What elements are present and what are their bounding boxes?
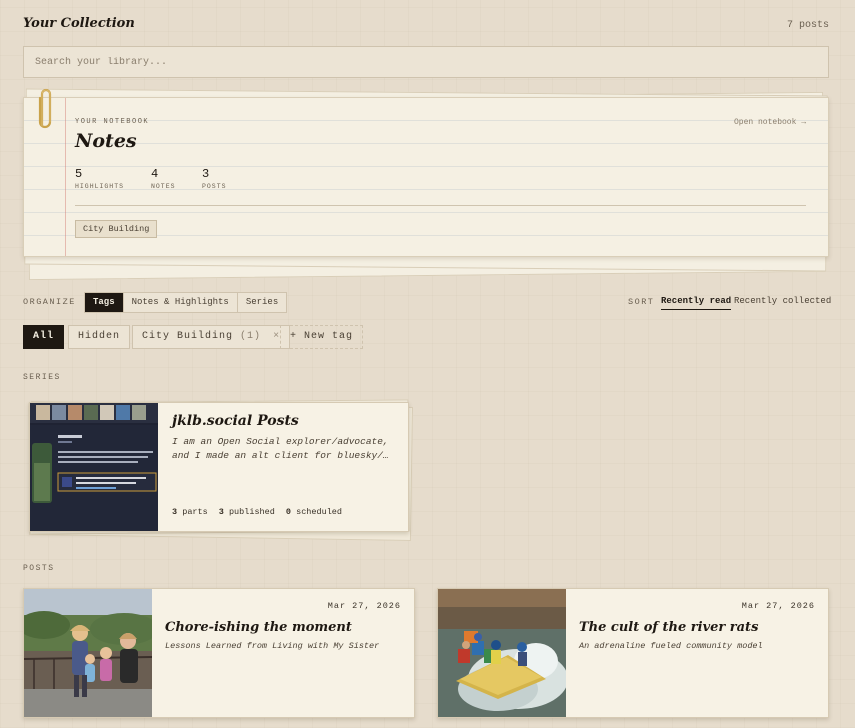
- stat-notes: 4 NOTES: [151, 167, 176, 190]
- tab-series[interactable]: Series: [236, 293, 287, 312]
- post-count: 7 posts: [786, 20, 829, 31]
- stat-label: POSTS: [202, 183, 227, 190]
- series-description-line: and I made an alt client for bluesky/…: [172, 450, 389, 461]
- series-card-body: jklb.social Posts I am an Open Social ex…: [158, 403, 408, 531]
- notebook-card[interactable]: YOUR NOTEBOOK Open notebook → Notes 5 HI…: [23, 97, 829, 257]
- series-published: 3 published: [218, 507, 275, 517]
- search-input[interactable]: [23, 46, 829, 78]
- sort-label: SORT: [628, 297, 655, 307]
- notebook-tag-city-building[interactable]: City Building: [75, 220, 158, 238]
- divider: [75, 205, 806, 206]
- series-description-line: I am an Open Social explorer/advocate,: [172, 436, 389, 447]
- sort-recently-collected[interactable]: Recently collected: [734, 296, 831, 306]
- series-description: I am an Open Social explorer/advocate, a…: [172, 435, 394, 463]
- open-notebook-link[interactable]: Open notebook →: [734, 118, 806, 127]
- series-card[interactable]: jklb.social Posts I am an Open Social ex…: [29, 402, 409, 532]
- tag-chip-city-building[interactable]: City Building (1) ×: [132, 325, 291, 349]
- stat-posts: 3 POSTS: [202, 167, 227, 190]
- tag-chip-count: (1): [240, 331, 262, 342]
- stat-label: HIGHLIGHTS: [75, 183, 125, 190]
- series-stats: 3 parts 3 published 0 scheduled: [172, 507, 342, 517]
- series-thumbnail-image: [30, 403, 158, 531]
- organize-label: ORGANIZE: [23, 297, 76, 307]
- page-title: Your Collection: [23, 16, 135, 31]
- series-thumbnail: [30, 403, 158, 531]
- notebook-heading: Notes: [75, 130, 137, 152]
- tag-chip-all[interactable]: All: [23, 325, 65, 349]
- posts-section-label: POSTS: [23, 564, 55, 573]
- series-parts: 3 parts: [172, 507, 208, 517]
- stat-label: NOTES: [151, 183, 176, 190]
- post-subtitle: Lessons Learned from Living with My Sist…: [165, 641, 380, 651]
- post-thumbnail: [24, 589, 152, 717]
- post-date: Mar 27, 2026: [327, 601, 401, 611]
- stat-value: 4: [151, 167, 159, 181]
- tag-chip-hidden[interactable]: Hidden: [68, 325, 131, 349]
- sort-recently-read[interactable]: Recently read: [661, 296, 732, 310]
- stat-value: 3: [202, 167, 210, 181]
- series-title: jklb.social Posts: [172, 413, 299, 429]
- stat-highlights: 5 HIGHLIGHTS: [75, 167, 124, 190]
- organize-tabs: Tags Notes & Highlights Series: [84, 292, 288, 313]
- series-section-label: SERIES: [23, 373, 61, 382]
- post-card[interactable]: Mar 27, 2026 The cult of the river rats …: [437, 588, 829, 718]
- new-tag-button[interactable]: + New tag: [280, 325, 364, 349]
- notebook-margin-line: [65, 98, 66, 256]
- notebook-kicker: YOUR NOTEBOOK: [75, 118, 150, 126]
- series-scheduled: 0 scheduled: [285, 507, 343, 517]
- post-title: Chore-ishing the moment: [165, 620, 352, 635]
- tab-notes-highlights[interactable]: Notes & Highlights: [122, 293, 237, 312]
- tag-chip-label: City Building: [142, 331, 234, 342]
- post-card-body: Mar 27, 2026 Chore-ishing the moment Les…: [152, 589, 414, 717]
- post-date: Mar 27, 2026: [741, 601, 815, 611]
- post-subtitle: An adrenaline fueled community model: [579, 641, 763, 651]
- post-thumbnail: [438, 589, 566, 717]
- stat-value: 5: [75, 167, 83, 181]
- post-thumbnail-image: [24, 589, 152, 717]
- post-card[interactable]: Mar 27, 2026 Chore-ishing the moment Les…: [23, 588, 415, 718]
- post-title: The cult of the river rats: [579, 620, 759, 635]
- post-card-body: Mar 27, 2026 The cult of the river rats …: [566, 589, 828, 717]
- paperclip-icon: [38, 88, 52, 129]
- post-thumbnail-image: [438, 589, 566, 717]
- tab-tags[interactable]: Tags: [85, 293, 123, 312]
